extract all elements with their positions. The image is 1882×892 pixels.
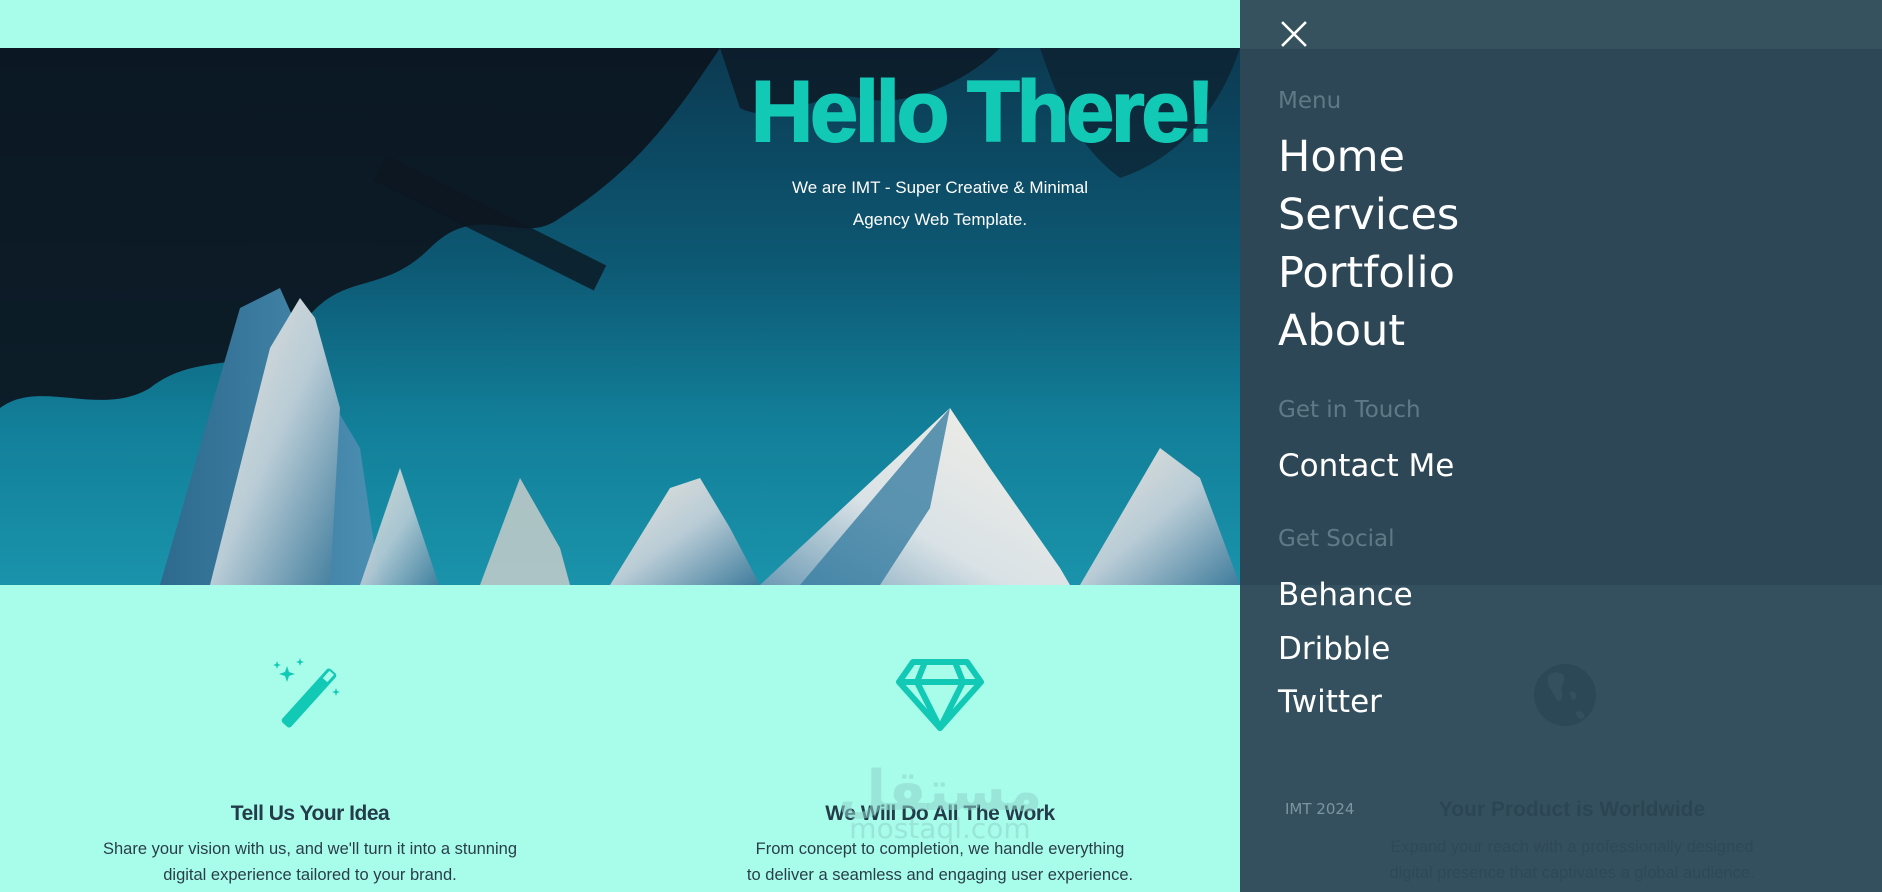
social-link-behance[interactable]: Behance	[1278, 577, 1413, 613]
diamond-icon	[630, 650, 1250, 740]
social-link-twitter[interactable]: Twitter	[1278, 684, 1382, 720]
feature-description-line-1: Expand your reach with a professionally …	[1390, 838, 1754, 856]
hero-subtitle-line-2: Agency Web Template.	[852, 210, 1028, 229]
nav-item-services[interactable]: Services	[1278, 190, 1459, 240]
hero-subtitle-line-1: We are IMT - Super Creative & Minimal	[791, 178, 1088, 197]
globe-icon	[1532, 662, 1598, 732]
contact-me-link[interactable]: Contact Me	[1278, 448, 1454, 484]
social-link-dribble[interactable]: Dribble	[1278, 631, 1390, 667]
feature-title: Tell Us Your Idea	[230, 802, 390, 825]
hero-title: Hello There!	[750, 63, 1216, 161]
get-in-touch-label: Get in Touch	[1278, 397, 1421, 423]
side-menu-panel: Your Product is Worldwide Expand your re…	[1240, 0, 1882, 892]
feature-description-line-1: From concept to completion, we handle ev…	[755, 840, 1125, 858]
nav-item-home[interactable]: Home	[1278, 132, 1405, 182]
magic-wand-icon	[0, 650, 620, 740]
panel-header-band	[1240, 0, 1882, 49]
close-icon	[1281, 21, 1307, 47]
feature-description-line-1: Share your vision with us, and we'll tur…	[102, 840, 518, 858]
feature-description-line-2: to deliver a seamless and engaging user …	[746, 866, 1134, 884]
feature-description-line-2: digital experience tailored to your bran…	[163, 866, 457, 884]
feature-description: From concept to completion, we handle ev…	[700, 836, 1180, 888]
feature-title: We Will Do All The Work	[825, 802, 1055, 825]
close-menu-button[interactable]	[1280, 20, 1308, 48]
feature-description-line-2: digital presence that captivates a globa…	[1389, 864, 1755, 882]
feature-description: Share your vision with us, and we'll tur…	[70, 836, 550, 888]
get-social-label: Get Social	[1278, 526, 1395, 552]
feature-tell-us-your-idea: Tell Us Your Idea Share your vision with…	[0, 650, 620, 888]
nav-item-portfolio[interactable]: Portfolio	[1278, 248, 1455, 298]
feature-description: Expand your reach with a professionally …	[1332, 834, 1812, 886]
copyright-text: IMT 2024	[1285, 800, 1355, 818]
feature-title: Your Product is Worldwide	[1438, 798, 1706, 821]
hero-subtitle: We are IMT - Super Creative & Minimal Ag…	[740, 172, 1140, 236]
feature-we-will-do-all-the-work: We Will Do All The Work From concept to …	[630, 650, 1250, 888]
nav-item-about[interactable]: About	[1278, 306, 1405, 356]
menu-section-label: Menu	[1278, 88, 1342, 114]
